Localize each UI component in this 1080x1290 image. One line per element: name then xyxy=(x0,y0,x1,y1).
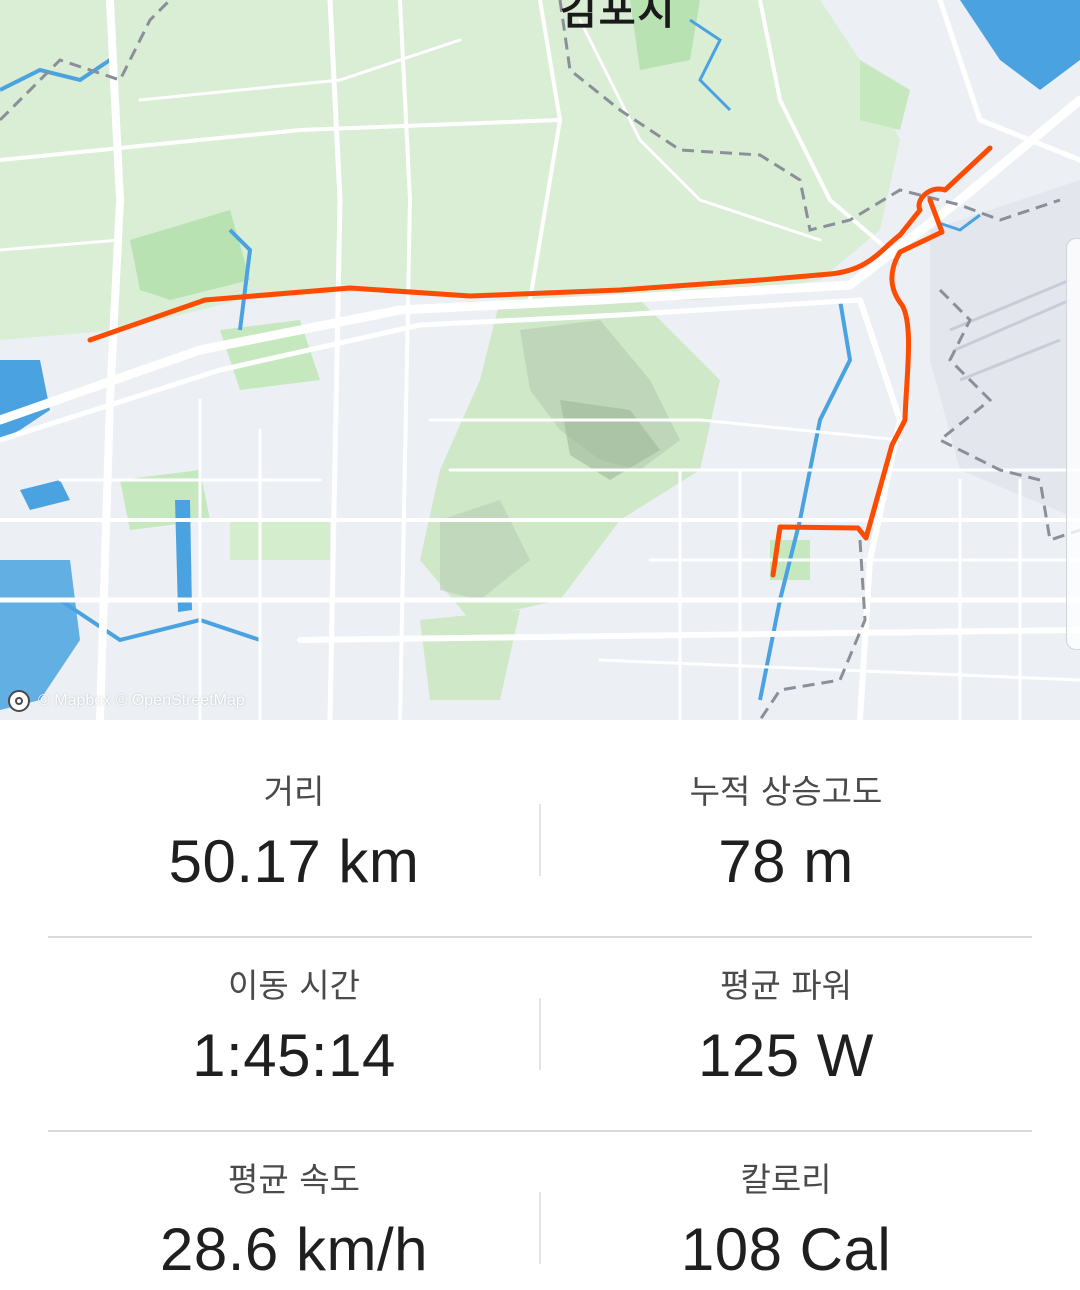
side-panel-handle[interactable] xyxy=(1066,238,1080,650)
stat-avg-power: 평균 파워 125 W xyxy=(540,936,1032,1130)
stat-label: 평균 속도 xyxy=(228,1160,360,1199)
stats-row: 이동 시간 1:45:14 평균 파워 125 W xyxy=(48,936,1032,1130)
stat-value: 125 W xyxy=(698,1022,874,1089)
stat-value: 108 Cal xyxy=(680,1216,892,1283)
stat-label: 누적 상승고도 xyxy=(689,772,883,811)
stat-avg-speed: 평균 속도 28.6 km/h xyxy=(48,1130,540,1290)
city-label: 김포시 xyxy=(560,0,677,34)
stat-label: 칼로리 xyxy=(740,1160,832,1199)
stat-label: 거리 xyxy=(263,772,325,811)
stat-value: 1:45:14 xyxy=(192,1022,396,1089)
stat-value: 50.17 km xyxy=(168,828,420,895)
activity-stats: 거리 50.17 km 누적 상승고도 78 m 이동 시간 1:45:14 평… xyxy=(0,720,1080,1290)
map-attribution[interactable]: © Mapbox © OpenStreetMap xyxy=(8,688,245,714)
stat-label: 평균 파워 xyxy=(720,966,852,1005)
stat-value: 78 m xyxy=(718,828,854,895)
mapbox-logo-icon[interactable] xyxy=(8,690,30,712)
stat-distance: 거리 50.17 km xyxy=(48,742,540,936)
stat-label: 이동 시간 xyxy=(228,966,360,1005)
attribution-text[interactable]: © Mapbox © OpenStreetMap xyxy=(38,692,245,710)
stat-value: 28.6 km/h xyxy=(160,1216,428,1283)
stat-elevation-gain: 누적 상승고도 78 m xyxy=(540,742,1032,936)
stats-row: 평균 속도 28.6 km/h 칼로리 108 Cal xyxy=(48,1130,1032,1290)
stat-moving-time: 이동 시간 1:45:14 xyxy=(48,936,540,1130)
map-canvas xyxy=(0,0,1080,720)
activity-page: 김포시 © Mapbox © OpenStreetMap 거리 50.17 km… xyxy=(0,0,1080,1290)
stat-calories: 칼로리 108 Cal xyxy=(540,1130,1032,1290)
stats-row: 거리 50.17 km 누적 상승고도 78 m xyxy=(48,742,1032,936)
route-map[interactable]: 김포시 © Mapbox © OpenStreetMap xyxy=(0,0,1080,720)
